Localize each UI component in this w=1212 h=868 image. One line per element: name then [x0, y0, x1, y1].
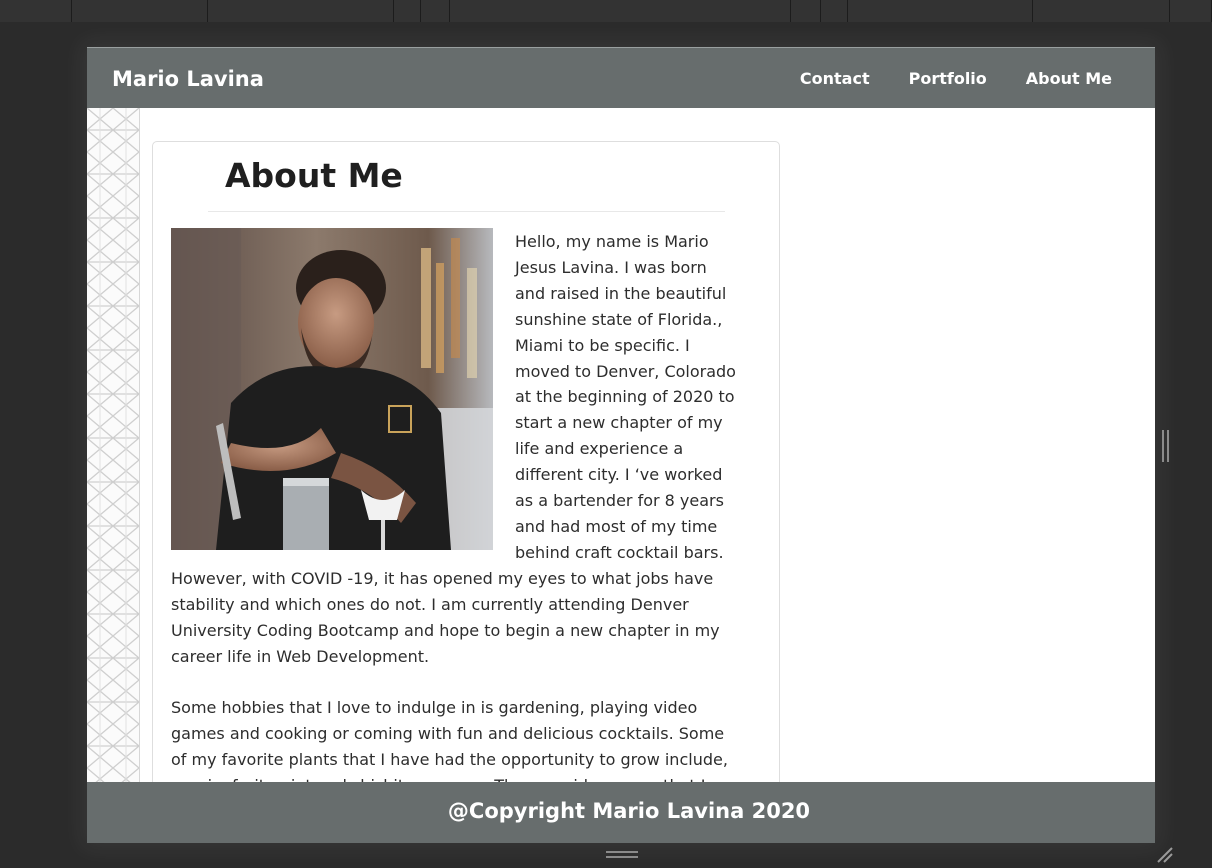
- top-bar-segment: [821, 0, 848, 22]
- site-header: Mario Lavina Contact Portfolio About Me: [87, 47, 1155, 108]
- photo-float-spacer: [171, 229, 515, 551]
- horizontal-drag-handle-icon[interactable]: [606, 851, 638, 858]
- nav-link-portfolio[interactable]: Portfolio: [909, 69, 987, 88]
- top-bar-segment: [72, 0, 208, 22]
- nav-link-about-me[interactable]: About Me: [1026, 69, 1112, 88]
- top-bar-segment: [1033, 0, 1170, 22]
- about-body: Hello, my name is Mario Jesus Lavina. I …: [171, 229, 736, 843]
- site-brand-link[interactable]: Mario Lavina: [112, 67, 264, 91]
- vertical-drag-handle-icon[interactable]: [1162, 430, 1169, 462]
- top-bar-segment: [421, 0, 450, 22]
- top-bar-segment: [0, 0, 72, 22]
- about-title: About Me: [225, 156, 403, 195]
- top-bar-segment: [394, 0, 421, 22]
- web-page: Mario Lavina Contact Portfolio About Me …: [87, 47, 1155, 843]
- decorative-lattice-pattern: [87, 108, 140, 783]
- main-nav: Contact Portfolio About Me: [800, 69, 1112, 88]
- top-bar-segment: [848, 0, 1033, 22]
- site-footer: @Copyright Mario Lavina 2020: [87, 782, 1155, 843]
- top-bar-segment: [1170, 0, 1212, 22]
- top-bar-segment: [450, 0, 791, 22]
- title-divider: [208, 211, 725, 212]
- resize-grip-icon[interactable]: [1156, 846, 1176, 864]
- top-bar-segment: [791, 0, 821, 22]
- nav-link-contact[interactable]: Contact: [800, 69, 870, 88]
- top-bar-segment: [208, 0, 394, 22]
- copyright-text: @Copyright Mario Lavina 2020: [447, 799, 811, 823]
- browser-top-bar: [0, 0, 1212, 22]
- about-card: About Me Hello, my name is Mario Jesus L…: [152, 141, 780, 843]
